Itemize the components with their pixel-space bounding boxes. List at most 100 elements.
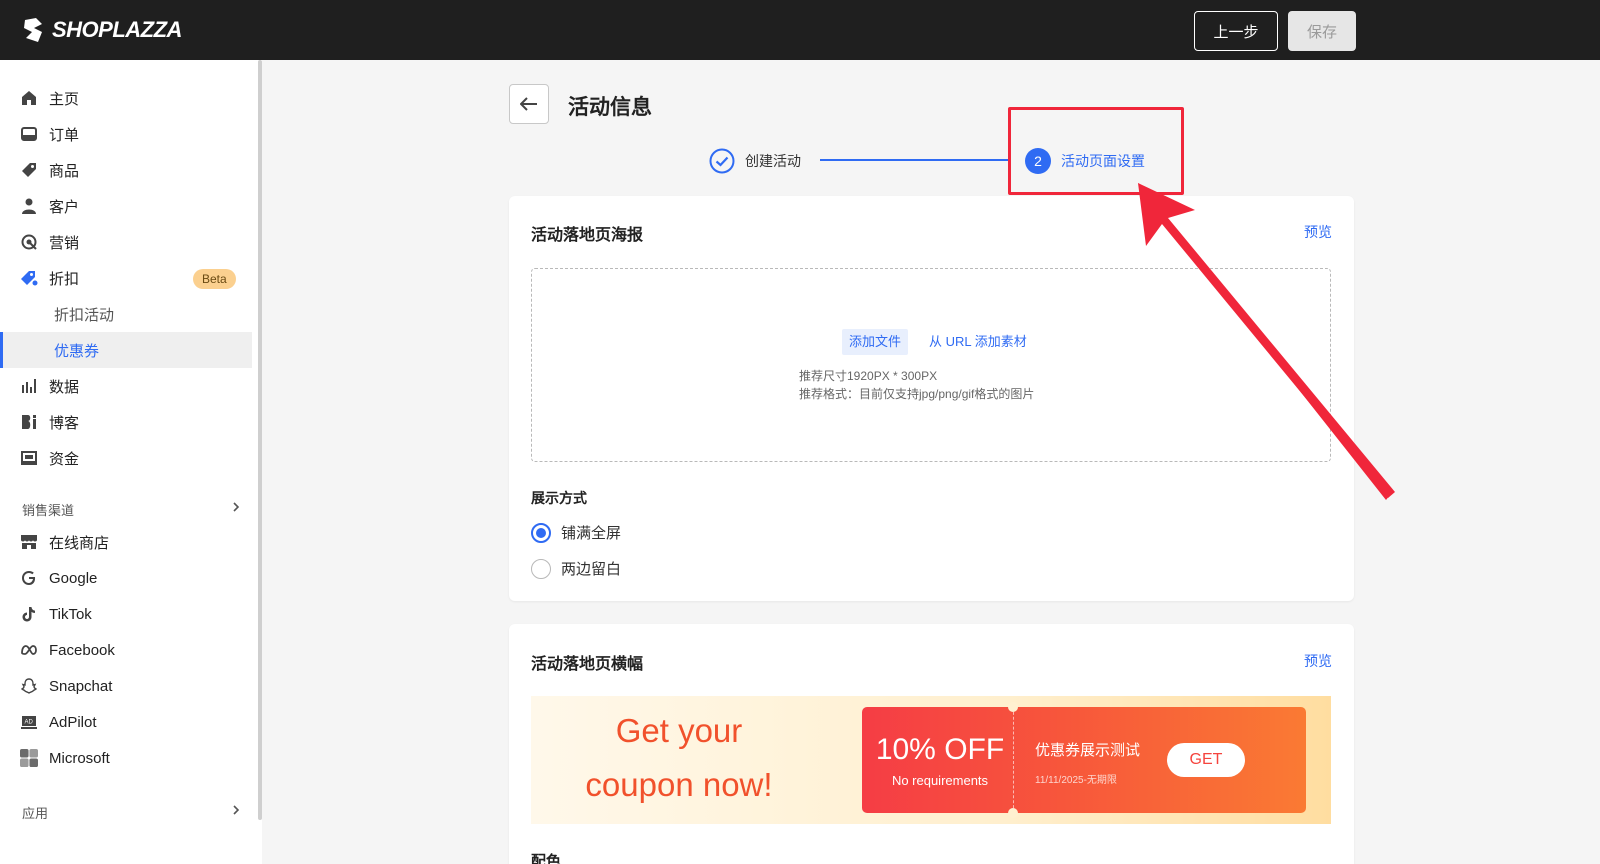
- sidebar-item-label: 营销: [49, 234, 80, 252]
- banner-card: 活动落地页横幅 预览 Get your coupon now! 10% OFF …: [509, 624, 1354, 864]
- save-button[interactable]: 保存: [1288, 11, 1356, 51]
- home-icon: [20, 89, 38, 107]
- page-title: 活动信息: [568, 96, 652, 119]
- color-scheme-label: 配色: [531, 853, 562, 864]
- sidebar: 主页 订单 商品 客户 营销 折扣 Beta 折扣活动 优惠券 数据 博客 资金…: [0, 60, 262, 864]
- microsoft-icon: [20, 749, 38, 767]
- sidebar-item-label: Facebook: [49, 641, 115, 659]
- inbox-icon: [20, 125, 38, 143]
- radio-button[interactable]: [531, 522, 551, 543]
- coupon-discount: 10% OFF: [875, 733, 1005, 766]
- bar-chart-icon: [20, 377, 38, 395]
- step-connector: [820, 159, 1010, 161]
- sidebar-item-home[interactable]: 主页: [0, 80, 252, 116]
- discount-tag-icon: [20, 269, 38, 287]
- coupon-notch: [1008, 808, 1018, 818]
- logo-text: SHOPLAZZA: [52, 17, 182, 42]
- radio-fullscreen[interactable]: 铺满全屏: [531, 522, 621, 543]
- sidebar-item-products[interactable]: 商品: [0, 152, 252, 188]
- upload-dropzone[interactable]: 添加文件 从 URL 添加素材 推荐尺寸1920PX * 300PX 推荐格式：…: [531, 268, 1331, 462]
- sidebar-item-label: TikTok: [49, 605, 92, 623]
- sidebar-item-label: 在线商店: [49, 534, 110, 552]
- sidebar-scrollbar[interactable]: [258, 60, 262, 820]
- coupon-card: 10% OFF No requirements 优惠券展示测试 11/11/20…: [862, 702, 1306, 818]
- coupon-banner: Get your coupon now! 10% OFF No requirem…: [531, 696, 1331, 824]
- banner-line-2: coupon now!: [585, 766, 773, 803]
- person-icon: [20, 197, 38, 215]
- snapchat-icon: [20, 677, 38, 695]
- sidebar-item-marketing[interactable]: 营销: [0, 224, 252, 260]
- sidebar-item-label: 折扣活动: [54, 306, 115, 324]
- highlight-box: [1008, 107, 1184, 195]
- radio-button[interactable]: [531, 558, 551, 579]
- sidebar-item-tiktok[interactable]: TikTok: [0, 596, 252, 632]
- google-icon: [20, 569, 38, 587]
- radio-margins[interactable]: 两边留白: [531, 558, 621, 579]
- sidebar-item-label: 博客: [49, 414, 80, 432]
- apps-title: 应用: [22, 806, 49, 821]
- banner-line-1: Get your: [615, 712, 743, 749]
- sidebar-item-label: 资金: [49, 450, 80, 468]
- sidebar-item-label: 主页: [49, 90, 80, 108]
- adpilot-icon: AD: [20, 713, 38, 731]
- sidebar-item-customers[interactable]: 客户: [0, 188, 252, 224]
- sidebar-item-label: 商品: [49, 162, 80, 180]
- sidebar-item-label: 数据: [49, 378, 80, 396]
- sidebar-item-label: 折扣: [49, 270, 80, 288]
- sidebar-item-blog[interactable]: 博客: [0, 404, 252, 440]
- sidebar-item-label: 订单: [49, 126, 80, 144]
- preview-link[interactable]: 预览: [1304, 222, 1332, 242]
- sidebar-item-coupons[interactable]: 优惠券: [0, 332, 252, 368]
- radio-label: 铺满全屏: [561, 525, 622, 542]
- card-title: 活动落地页海报: [531, 227, 644, 244]
- sidebar-item-label: Snapchat: [49, 677, 113, 695]
- sidebar-item-google[interactable]: Google: [0, 560, 252, 596]
- coupon-requirements: No requirements: [891, 773, 989, 788]
- tag-icon: [20, 161, 38, 179]
- get-coupon-button[interactable]: GET: [1167, 743, 1245, 777]
- sidebar-item-snapchat[interactable]: Snapchat: [0, 668, 252, 704]
- add-from-url-link[interactable]: 从 URL 添加素材: [929, 329, 1027, 355]
- coupon-date: 11/11/2025-无期限: [1035, 775, 1117, 786]
- sidebar-item-microsoft[interactable]: Microsoft: [0, 740, 252, 776]
- preview-link[interactable]: 预览: [1304, 651, 1332, 671]
- coupon-title: 优惠券展示测试: [1035, 742, 1141, 759]
- chevron-right-icon[interactable]: [230, 804, 242, 816]
- sidebar-item-discounts[interactable]: 折扣 Beta: [0, 260, 252, 296]
- sidebar-item-finance[interactable]: 资金: [0, 440, 252, 476]
- display-mode-label: 展示方式: [531, 490, 587, 506]
- sidebar-item-discount-campaigns[interactable]: 折扣活动: [0, 296, 252, 332]
- arrow-left-icon: [520, 97, 537, 111]
- coupon-divider: [1013, 707, 1014, 813]
- previous-step-button[interactable]: 上一步: [1194, 11, 1278, 51]
- radio-label: 两边留白: [561, 561, 622, 578]
- beta-badge: Beta: [193, 269, 236, 289]
- svg-text:AD: AD: [25, 720, 34, 726]
- sidebar-item-orders[interactable]: 订单: [0, 116, 252, 152]
- add-file-button[interactable]: 添加文件: [842, 329, 909, 355]
- hint-size: 推荐尺寸1920PX * 300PX: [799, 369, 938, 383]
- store-icon: [20, 533, 38, 551]
- sidebar-item-label: 优惠券: [54, 342, 100, 360]
- step-create-activity[interactable]: 创建活动: [709, 148, 801, 174]
- sidebar-item-facebook[interactable]: Facebook: [0, 632, 252, 668]
- sidebar-item-online-store[interactable]: 在线商店: [0, 524, 252, 560]
- step-label: 创建活动: [745, 153, 801, 169]
- chevron-right-icon[interactable]: [230, 501, 242, 513]
- top-bar: SHOPLAZZA 上一步 保存: [0, 0, 1600, 60]
- coupon-notch: [1008, 702, 1018, 712]
- card-title: 活动落地页横幅: [531, 656, 644, 673]
- sidebar-item-label: Google: [49, 569, 98, 587]
- shoplazza-logo[interactable]: SHOPLAZZA: [22, 16, 182, 44]
- tiktok-icon: [20, 605, 38, 623]
- sidebar-item-label: Microsoft: [49, 749, 110, 767]
- check-circle-icon: [709, 148, 735, 174]
- poster-card: 活动落地页海报 预览 添加文件 从 URL 添加素材 推荐尺寸1920PX * …: [509, 196, 1354, 601]
- sidebar-item-label: AdPilot: [49, 713, 97, 731]
- back-button[interactable]: [509, 84, 549, 124]
- sidebar-item-label: 客户: [49, 198, 80, 216]
- blog-icon: [20, 413, 38, 431]
- sidebar-item-adpilot[interactable]: AD AdPilot: [0, 704, 252, 740]
- sidebar-item-analytics[interactable]: 数据: [0, 368, 252, 404]
- target-icon: [20, 233, 38, 251]
